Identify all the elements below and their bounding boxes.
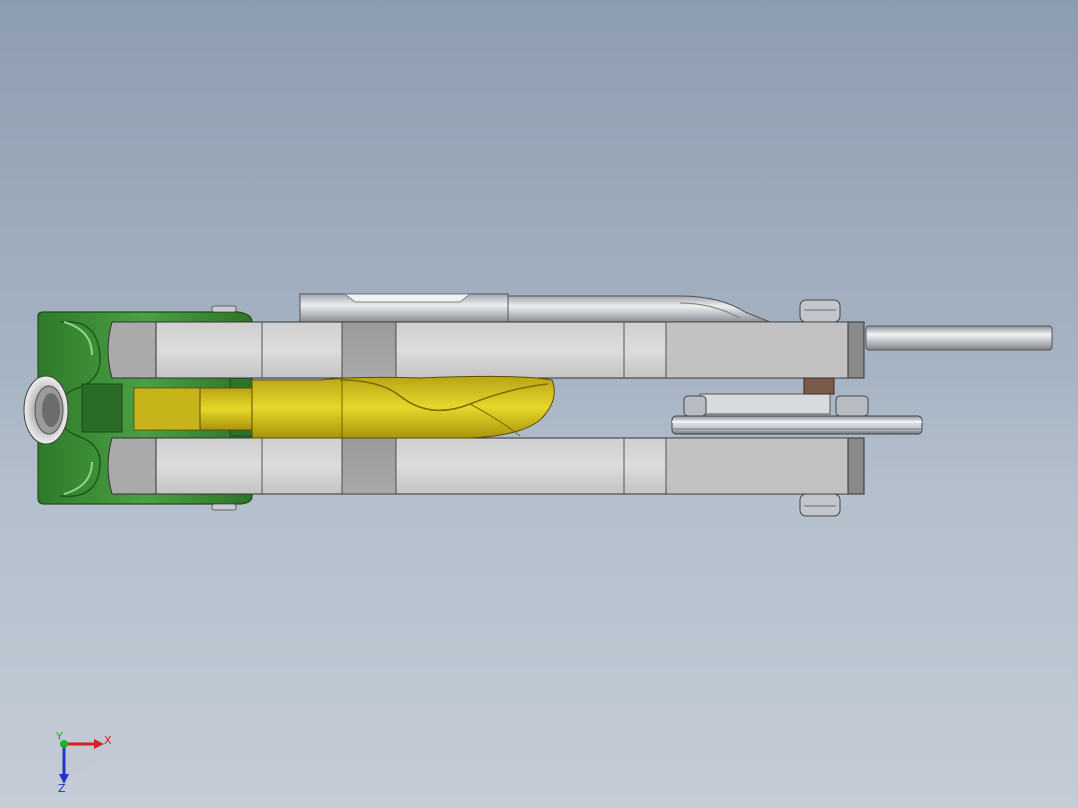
y-axis-label: Y: [55, 730, 63, 743]
x-axis-label: X: [104, 734, 112, 747]
cad-viewport[interactable]: X Y Z: [0, 0, 1078, 808]
reference-triad: X Y Z: [55, 730, 112, 795]
z-axis-label: Z: [58, 782, 66, 795]
x-axis-head: [94, 739, 104, 749]
